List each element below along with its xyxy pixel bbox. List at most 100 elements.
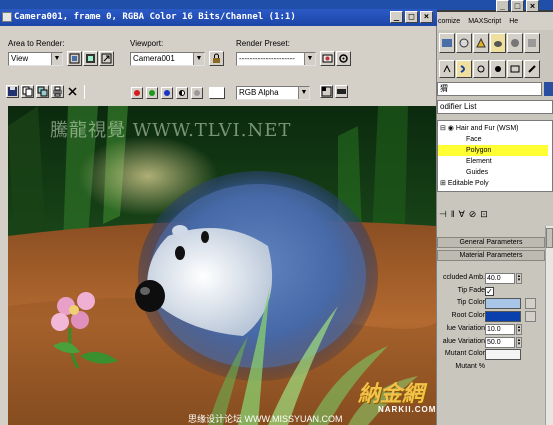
utilities-tab[interactable] [524,60,540,78]
motion-tab[interactable] [490,60,506,78]
alpha-channel-icon [179,90,185,96]
command-panel-scrollbar[interactable] [545,226,553,425]
clone-window-button[interactable] [36,85,49,98]
make-unique-icon[interactable]: ∀ [459,209,465,220]
command-panel-tabs [437,58,553,80]
save-image-button[interactable] [6,85,19,98]
stack-item-guides[interactable]: Guides [438,167,548,178]
hierarchy-tab[interactable] [473,60,489,78]
max-menubar: comize MAXScript He [436,12,553,30]
toolbar-button-6[interactable] [524,33,540,53]
watermark-logo-sub: NARKII.COM [378,405,436,414]
area-to-render-dropdown[interactable]: View ▼ [8,52,63,66]
blowup-icon [101,53,112,64]
render-preset-label: Render Preset: [236,39,290,48]
toolbar-button-5[interactable] [507,33,523,53]
create-tab[interactable] [439,60,455,78]
stack-item-hair-and-fur[interactable]: ⊟ ◉ Hair and Fur (WSM) [438,123,548,134]
configure-sets-icon[interactable]: ⊡ [480,209,488,220]
menu-item-customize[interactable]: comize [438,18,460,25]
material-editor-icon [459,38,469,48]
toggle-ui-overlay-button[interactable] [320,85,333,98]
edit-region-button[interactable] [67,51,82,66]
red-channel-icon [134,90,140,96]
alpha-channel-toggle[interactable] [176,87,188,99]
edit-region-icon [69,53,80,64]
value-variation-spinner[interactable]: ▴ ▾ [516,337,522,348]
close-icon [68,87,77,96]
display-tab[interactable] [507,60,523,78]
toolbar-button-4[interactable] [490,33,506,53]
blowup-region-button[interactable] [99,51,114,66]
pin-stack-icon[interactable]: ⊣ [439,209,447,220]
tip-color-map-button[interactable] [525,298,536,309]
auto-region-button[interactable] [83,51,98,66]
stack-item-label: Editable Poly [447,180,489,187]
stack-toolbar: ⊣ ‖ ∀ ⊘ ⊡ [437,206,553,222]
tip-fade-label: Tip Fade [457,287,485,294]
render-icon [476,37,486,48]
max-maximize-button[interactable]: □ [511,0,524,12]
render-preset-dropdown[interactable]: --------------------- ▼ [236,52,316,66]
auto-region-icon [86,54,95,63]
occluded-amb-input[interactable]: 40.0 [485,273,515,284]
chevron-down-icon: ▼ [193,53,204,65]
max-minimize-button[interactable]: _ [496,0,509,12]
blue-channel-toggle[interactable] [161,87,173,99]
occluded-amb-spinner[interactable]: ▴ ▾ [516,273,522,284]
clear-button[interactable] [66,85,79,98]
environment-effects-button[interactable] [336,51,351,66]
toolbar-button-2[interactable] [456,33,472,53]
teapot-icon [494,41,502,47]
hue-variation-spinner[interactable]: ▴ ▾ [516,324,522,335]
modifier-list-dropdown[interactable]: odifier List [437,100,553,114]
root-color-row: Root Color [437,311,553,324]
copy-icon [22,86,33,97]
close-button[interactable]: × [420,11,433,23]
monochrome-toggle[interactable] [191,87,203,99]
viewport-dropdown[interactable]: Camera001 ▼ [130,52,205,66]
pixel-color-swatch[interactable] [209,87,225,99]
modifier-stack[interactable]: ⊟ ◉ Hair and Fur (WSM) Face Polygon Elem… [437,120,553,192]
toolbar-button-1[interactable] [439,33,455,53]
save-icon [8,87,17,96]
display-channel-value: RGB Alpha [239,88,279,97]
stack-item-polygon[interactable]: Polygon [438,145,548,156]
menu-item-maxscript[interactable]: MAXScript [468,18,501,25]
mutant-color-swatch[interactable] [485,349,521,360]
max-close-button[interactable]: × [526,0,539,12]
stack-item-editable-poly[interactable]: ⊞ Editable Poly [438,178,548,189]
mutant-pct-label: Mutant % [455,363,485,370]
toolbar-button-3[interactable] [473,33,489,53]
root-color-swatch[interactable] [485,311,521,322]
stack-item-label: Face [466,136,482,143]
root-color-map-button[interactable] [525,311,536,322]
display-channel-dropdown[interactable]: RGB Alpha ▼ [236,86,310,100]
remove-modifier-icon[interactable]: ⊘ [469,209,477,220]
green-channel-toggle[interactable] [146,87,158,99]
toggle-ui-button[interactable] [335,85,348,98]
material-parameters-rollout[interactable]: Material Parameters [437,250,545,261]
menu-item-help[interactable]: He [509,18,518,25]
stack-item-face[interactable]: Face [438,134,548,145]
red-channel-toggle[interactable] [131,87,143,99]
hue-variation-input[interactable]: 10.0 [485,324,515,335]
general-parameters-rollout[interactable]: General Parameters [437,237,545,248]
object-color-swatch[interactable] [544,82,553,96]
render-setup-button[interactable] [320,51,335,66]
maximize-button[interactable]: □ [405,11,418,23]
scrollbar-thumb[interactable] [546,228,553,248]
tip-color-swatch[interactable] [485,298,521,309]
show-end-result-icon[interactable]: ‖ [451,209,455,219]
stack-item-element[interactable]: Element [438,156,548,167]
modify-tab[interactable] [456,60,472,78]
render-preset-value: --------------------- [239,54,295,63]
stack-item-label: Hair and Fur (WSM) [455,125,519,132]
value-variation-input[interactable]: 50.0 [485,337,515,348]
copy-image-button[interactable] [21,85,34,98]
tip-fade-checkbox[interactable]: ✓ [485,287,494,296]
minimize-button[interactable]: _ [390,11,403,23]
object-name-field[interactable]: 猬 [437,82,542,96]
lock-viewport-button[interactable] [209,51,224,66]
print-image-button[interactable] [51,85,64,98]
